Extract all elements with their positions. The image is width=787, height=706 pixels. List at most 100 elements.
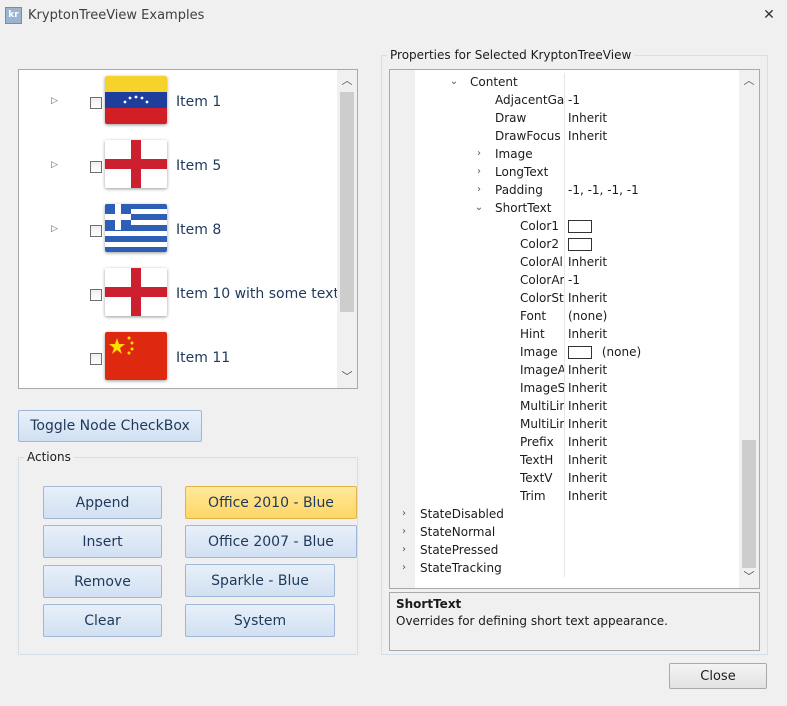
property-value[interactable]: (none) — [568, 307, 607, 325]
property-value[interactable]: Inherit — [568, 451, 607, 469]
property-divider — [564, 73, 565, 91]
property-name: ColorAr — [520, 273, 564, 287]
property-row[interactable]: ⌄ ShortText — [390, 199, 739, 217]
property-value[interactable]: (none) — [568, 343, 641, 361]
property-row[interactable]: › Image — [390, 145, 739, 163]
property-row[interactable]: › StateNormal — [390, 523, 739, 541]
tree-scrollbar[interactable]: ︿ ﹀ — [337, 70, 357, 388]
property-row[interactable]: ImageA Inherit — [390, 361, 739, 379]
property-row[interactable]: DrawFocus Inherit — [390, 127, 739, 145]
property-name: Padding — [495, 183, 543, 197]
property-row[interactable]: Hint Inherit — [390, 325, 739, 343]
property-divider — [564, 109, 565, 127]
property-value[interactable]: -1 — [568, 271, 580, 289]
property-row[interactable]: AdjacentGa -1 — [390, 91, 739, 109]
scroll-thumb[interactable] — [340, 92, 354, 312]
property-value[interactable]: -1 — [568, 91, 580, 109]
node-checkbox[interactable] — [90, 289, 102, 301]
property-divider — [564, 523, 565, 541]
property-value[interactable]: Inherit — [568, 379, 607, 397]
expand-arrow-icon[interactable]: › — [398, 523, 410, 541]
palette-office2007-button[interactable]: Office 2007 - Blue — [185, 525, 357, 558]
window-title: KryptonTreeView Examples — [28, 8, 205, 23]
scroll-up-icon[interactable]: ︿ — [739, 72, 759, 90]
collapse-arrow-icon[interactable]: ⌄ — [448, 73, 460, 91]
property-row[interactable]: › StateDisabled — [390, 505, 739, 523]
expand-arrow-icon[interactable]: › — [473, 181, 485, 199]
tree-node[interactable]: Item 11 — [19, 326, 335, 388]
property-name: ImageA — [520, 363, 564, 377]
expand-arrow-icon[interactable]: › — [398, 559, 410, 577]
property-grid-scrollbar[interactable]: ︿ ﹀ — [739, 70, 759, 588]
property-value[interactable]: Inherit — [568, 361, 607, 379]
scroll-down-icon[interactable]: ﹀ — [739, 568, 759, 586]
palette-system-button[interactable]: System — [185, 604, 335, 637]
scroll-thumb[interactable] — [742, 440, 756, 568]
property-value[interactable]: Inherit — [568, 325, 607, 343]
expand-arrow-icon[interactable]: › — [398, 541, 410, 559]
expand-arrow-icon[interactable]: › — [398, 505, 410, 523]
property-row[interactable]: MultiLin Inherit — [390, 397, 739, 415]
property-value[interactable]: Inherit — [568, 109, 607, 127]
append-button[interactable]: Append — [43, 486, 162, 519]
tree-node[interactable]: Item 10 with some text — [19, 262, 339, 326]
tree-node[interactable]: ▷ Item 5 — [19, 134, 335, 198]
china-flag-icon — [105, 332, 167, 380]
property-row[interactable]: › StateTracking — [390, 559, 739, 577]
node-checkbox[interactable] — [90, 161, 102, 173]
expand-arrow-icon[interactable]: ▷ — [51, 95, 61, 107]
property-row[interactable]: MultiLin Inherit — [390, 415, 739, 433]
property-row[interactable]: Trim Inherit — [390, 487, 739, 505]
property-row[interactable]: Prefix Inherit — [390, 433, 739, 451]
property-row[interactable]: ColorAl Inherit — [390, 253, 739, 271]
property-row[interactable]: Image (none) — [390, 343, 739, 361]
property-name: Draw — [495, 111, 527, 125]
expand-arrow-icon[interactable]: › — [473, 145, 485, 163]
property-value[interactable]: Inherit — [568, 253, 607, 271]
property-row[interactable]: Color2 — [390, 235, 739, 253]
expand-arrow-icon[interactable]: › — [473, 163, 485, 181]
palette-sparkle-button[interactable]: Sparkle - Blue — [185, 564, 335, 597]
property-row[interactable]: TextV Inherit — [390, 469, 739, 487]
property-value[interactable]: Inherit — [568, 469, 607, 487]
property-value[interactable]: Inherit — [568, 415, 607, 433]
property-row[interactable]: TextH Inherit — [390, 451, 739, 469]
property-value[interactable] — [568, 235, 598, 253]
property-value[interactable]: -1, -1, -1, -1 — [568, 181, 639, 199]
expand-arrow-icon[interactable]: ▷ — [51, 159, 61, 171]
property-value[interactable]: Inherit — [568, 433, 607, 451]
property-value[interactable]: Inherit — [568, 127, 607, 145]
property-row[interactable]: › Padding -1, -1, -1, -1 — [390, 181, 739, 199]
node-checkbox[interactable] — [90, 97, 102, 109]
property-value[interactable]: Inherit — [568, 289, 607, 307]
property-row[interactable]: Draw Inherit — [390, 109, 739, 127]
property-row[interactable]: ImageS Inherit — [390, 379, 739, 397]
property-row[interactable]: Font (none) — [390, 307, 739, 325]
tree-node[interactable]: ▷ Item 1 — [19, 70, 335, 134]
property-row[interactable]: Color1 — [390, 217, 739, 235]
property-row[interactable]: › StatePressed — [390, 541, 739, 559]
node-checkbox[interactable] — [90, 353, 102, 365]
tree-view[interactable]: ▷ Item 1 ▷ Item 5 ▷ Item 8 Item 10 with some t… — [18, 69, 358, 389]
clear-button[interactable]: Clear — [43, 604, 162, 637]
property-grid[interactable]: ⌄ Content AdjacentGa -1 Draw Inherit DrawFocus… — [389, 69, 760, 589]
expand-arrow-icon[interactable]: ▷ — [51, 223, 61, 235]
node-checkbox[interactable] — [90, 225, 102, 237]
property-value[interactable]: Inherit — [568, 487, 607, 505]
property-value[interactable]: Inherit — [568, 397, 607, 415]
property-value[interactable] — [568, 217, 598, 235]
insert-button[interactable]: Insert — [43, 525, 162, 558]
property-row[interactable]: ⌄ Content — [390, 73, 739, 91]
property-row[interactable]: ColorSt Inherit — [390, 289, 739, 307]
property-row[interactable]: ColorAr -1 — [390, 271, 739, 289]
scroll-up-icon[interactable]: ︿ — [337, 72, 357, 90]
collapse-arrow-icon[interactable]: ⌄ — [473, 199, 485, 217]
property-row[interactable]: › LongText — [390, 163, 739, 181]
toggle-node-checkbox-button[interactable]: Toggle Node CheckBox — [18, 410, 202, 442]
scroll-down-icon[interactable]: ﹀ — [337, 368, 357, 386]
tree-node[interactable]: ▷ Item 8 — [19, 198, 335, 262]
close-window-icon[interactable]: ✕ — [760, 6, 778, 24]
remove-button[interactable]: Remove — [43, 565, 162, 598]
palette-office2010-button[interactable]: Office 2010 - Blue — [185, 486, 357, 519]
close-button[interactable]: Close — [669, 663, 767, 689]
